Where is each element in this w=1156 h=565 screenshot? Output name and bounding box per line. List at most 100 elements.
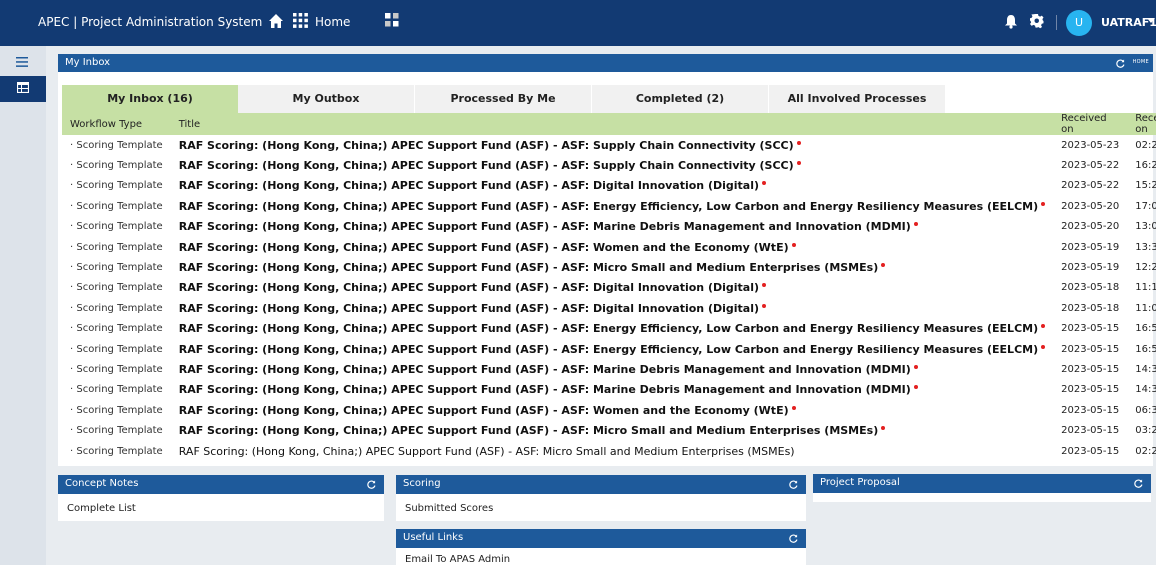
home-icon[interactable] (268, 13, 284, 29)
app-title[interactable]: APEC | Project Administration System (38, 15, 262, 29)
title-cell[interactable]: RAF Scoring: (Hong Kong, China;) APEC Su… (171, 135, 1053, 155)
tab-completed[interactable]: Completed (2) (592, 85, 768, 113)
notification-bell-icon[interactable] (1004, 14, 1018, 29)
table-row[interactable]: · Scoring Template RAF Scoring: (Hong Kon… (62, 237, 1156, 257)
table-row[interactable]: · Scoring Template RAF Scoring: (Hong Kon… (62, 420, 1156, 440)
table-row[interactable]: · Scoring Template RAF Scoring: (Hong Kon… (62, 380, 1156, 400)
table-row[interactable]: · Scoring Template RAF Scoring: (Hong Kon… (62, 441, 1156, 461)
title-cell[interactable]: RAF Scoring: (Hong Kong, China;) APEC Su… (171, 257, 1053, 277)
inbox-panel-title: My Inbox (65, 57, 111, 68)
title-text[interactable]: RAF Scoring: (Hong Kong, China;) APEC Su… (179, 261, 879, 274)
inbox-panel: My Inbox HOME My Inbox (16) My Outbox Pr… (58, 54, 1156, 466)
table-row[interactable]: · Scoring Template RAF Scoring: (Hong Kon… (62, 319, 1156, 339)
title-text[interactable]: RAF Scoring: (Hong Kong, China;) APEC Su… (179, 200, 1038, 213)
workflow-type-text: Scoring Template (76, 180, 163, 192)
title-cell[interactable]: RAF Scoring: (Hong Kong, China;) APEC Su… (171, 155, 1053, 175)
title-cell[interactable]: RAF Scoring: (Hong Kong, China;) APEC Su… (171, 441, 1053, 461)
title-cell[interactable]: RAF Scoring: (Hong Kong, China;) APEC Su… (171, 176, 1053, 196)
title-text[interactable]: RAF Scoring: (Hong Kong, China;) APEC Su… (179, 302, 759, 315)
chevron-down-icon[interactable] (1147, 18, 1155, 24)
title-text[interactable]: RAF Scoring: (Hong Kong, China;) APEC Su… (179, 404, 789, 417)
column-header-received-time[interactable]: Received on (1127, 113, 1156, 135)
column-header-title[interactable]: Title (170, 113, 1054, 135)
useful-links-header: Useful Links (396, 529, 806, 548)
unread-indicator-icon (762, 181, 767, 186)
refresh-icon[interactable] (789, 480, 798, 489)
tab-processed-by-me[interactable]: Processed By Me (415, 85, 591, 113)
table-row[interactable]: · Scoring Template RAF Scoring: (Hong Kon… (62, 217, 1156, 237)
tab-my-inbox[interactable]: My Inbox (16) (62, 85, 238, 113)
table-row[interactable]: · Scoring Template RAF Scoring: (Hong Kon… (62, 135, 1156, 155)
submitted-scores-link[interactable]: Submitted Scores (405, 503, 493, 514)
refresh-icon[interactable] (789, 534, 798, 543)
title-cell[interactable]: RAF Scoring: (Hong Kong, China;) APEC Su… (171, 380, 1053, 400)
title-text[interactable]: RAF Scoring: (Hong Kong, China;) APEC Su… (179, 424, 879, 437)
title-cell[interactable]: RAF Scoring: (Hong Kong, China;) APEC Su… (171, 196, 1053, 216)
table-row[interactable]: · Scoring Template RAF Scoring: (Hong Kon… (62, 155, 1156, 175)
title-cell[interactable]: RAF Scoring: (Hong Kong, China;) APEC Su… (171, 319, 1053, 339)
title-text[interactable]: RAF Scoring: (Hong Kong, China;) APEC Su… (179, 241, 789, 254)
workflow-type-text: Scoring Template (76, 282, 163, 294)
received-time-cell: 13:38:10 (1135, 241, 1156, 253)
table-row[interactable]: · Scoring Template RAF Scoring: (Hong Kon… (62, 298, 1156, 318)
received-date-cell: 2023-05-18 (1061, 302, 1120, 314)
title-text[interactable]: RAF Scoring: (Hong Kong, China;) APEC Su… (179, 445, 795, 458)
received-time-cell: 02:26:38 (1135, 139, 1156, 151)
concept-notes-header: Concept Notes (58, 475, 384, 494)
hamburger-menu-icon[interactable] (16, 57, 28, 67)
title-text[interactable]: RAF Scoring: (Hong Kong, China;) APEC Su… (179, 179, 759, 192)
table-row[interactable]: · Scoring Template RAF Scoring: (Hong Kon… (62, 176, 1156, 196)
unread-indicator-icon (913, 222, 918, 227)
workflow-type-cell: · Scoring Template (70, 200, 163, 212)
switch-apps-icon[interactable] (385, 13, 399, 27)
title-text[interactable]: RAF Scoring: (Hong Kong, China;) APEC Su… (179, 281, 759, 294)
unread-indicator-icon (1041, 324, 1046, 329)
title-cell[interactable]: RAF Scoring: (Hong Kong, China;) APEC Su… (171, 217, 1053, 237)
title-cell[interactable]: RAF Scoring: (Hong Kong, China;) APEC Su… (171, 420, 1053, 440)
apps-grid-icon[interactable] (293, 13, 308, 28)
table-row[interactable]: · Scoring Template RAF Scoring: (Hong Kon… (62, 400, 1156, 420)
table-row[interactable]: · Scoring Template RAF Scoring: (Hong Kon… (62, 196, 1156, 216)
unread-indicator-icon (881, 426, 886, 431)
title-text[interactable]: RAF Scoring: (Hong Kong, China;) APEC Su… (179, 322, 1038, 335)
home-menu-label[interactable]: Home (315, 15, 350, 29)
user-avatar[interactable]: U (1066, 10, 1092, 36)
workflow-type-cell: · Scoring Template (70, 139, 163, 151)
table-row[interactable]: · Scoring Template RAF Scoring: (Hong Kon… (62, 257, 1156, 277)
workflow-type-text: Scoring Template (76, 241, 163, 253)
title-text[interactable]: RAF Scoring: (Hong Kong, China;) APEC Su… (179, 383, 911, 396)
title-cell[interactable]: RAF Scoring: (Hong Kong, China;) APEC Su… (171, 298, 1053, 318)
tab-all-involved-processes[interactable]: All Involved Processes (769, 85, 945, 113)
table-row[interactable]: · Scoring Template RAF Scoring: (Hong Kon… (62, 278, 1156, 298)
column-header-workflow-type[interactable]: Workflow Type (62, 113, 171, 135)
column-header-received-date[interactable]: Received on (1053, 113, 1128, 135)
title-text[interactable]: RAF Scoring: (Hong Kong, China;) APEC Su… (179, 139, 794, 152)
workflow-type-text: Scoring Template (76, 262, 163, 274)
sidebar-item-inbox[interactable] (0, 76, 46, 102)
received-date-cell: 2023-05-19 (1061, 241, 1120, 253)
refresh-icon[interactable] (1116, 59, 1125, 68)
workflow-type-cell: · Scoring Template (70, 282, 163, 294)
title-text[interactable]: RAF Scoring: (Hong Kong, China;) APEC Su… (179, 343, 1038, 356)
project-proposal-title: Project Proposal (820, 477, 900, 488)
settings-gear-icon[interactable] (1030, 14, 1045, 29)
title-cell[interactable]: RAF Scoring: (Hong Kong, China;) APEC Su… (171, 278, 1053, 298)
email-apas-admin-link[interactable]: Email To APAS Admin (405, 554, 510, 565)
title-text[interactable]: RAF Scoring: (Hong Kong, China;) APEC Su… (179, 220, 911, 233)
received-date-cell: 2023-05-15 (1061, 404, 1120, 416)
concept-notes-complete-list-link[interactable]: Complete List (67, 503, 136, 514)
refresh-icon[interactable] (367, 480, 376, 489)
title-text[interactable]: RAF Scoring: (Hong Kong, China;) APEC Su… (179, 159, 794, 172)
tab-my-outbox[interactable]: My Outbox (238, 85, 414, 113)
title-cell[interactable]: RAF Scoring: (Hong Kong, China;) APEC Su… (171, 237, 1053, 257)
table-row[interactable]: · Scoring Template RAF Scoring: (Hong Kon… (62, 359, 1156, 379)
title-cell[interactable]: RAF Scoring: (Hong Kong, China;) APEC Su… (171, 339, 1053, 359)
title-cell[interactable]: RAF Scoring: (Hong Kong, China;) APEC Su… (171, 359, 1053, 379)
table-row[interactable]: · Scoring Template RAF Scoring: (Hong Kon… (62, 339, 1156, 359)
title-text[interactable]: RAF Scoring: (Hong Kong, China;) APEC Su… (179, 363, 911, 376)
title-cell[interactable]: RAF Scoring: (Hong Kong, China;) APEC Su… (171, 400, 1053, 420)
scoring-panel: Scoring Submitted Scores (396, 475, 806, 521)
home-link[interactable]: HOME (1133, 59, 1149, 65)
refresh-icon[interactable] (1134, 479, 1143, 488)
workflow-type-cell: · Scoring Template (70, 363, 163, 375)
